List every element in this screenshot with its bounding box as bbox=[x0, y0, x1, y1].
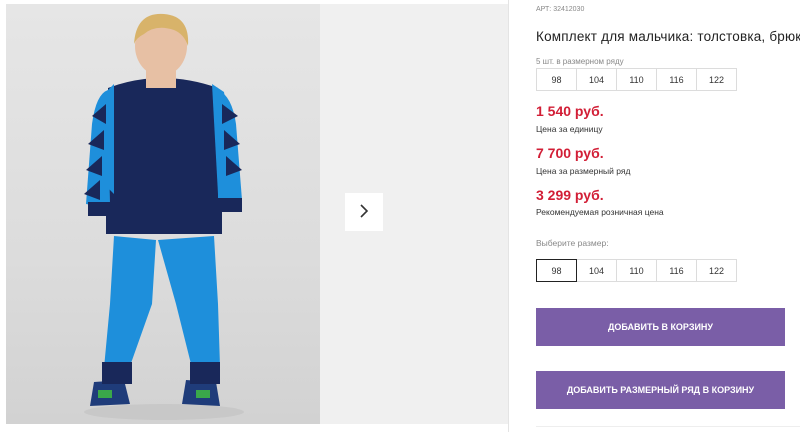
size-range-list: 98 104 110 116 122 bbox=[536, 68, 737, 91]
size-range-item: 104 bbox=[576, 68, 617, 91]
product-gallery bbox=[0, 0, 508, 432]
size-option-116[interactable]: 116 bbox=[656, 259, 697, 282]
product-image bbox=[84, 13, 244, 420]
retail-price-label: Рекомендуемая розничная цена bbox=[536, 207, 664, 217]
size-range-item: 116 bbox=[656, 68, 697, 91]
unit-price: 1 540 руб. bbox=[536, 103, 604, 119]
chevron-right-icon bbox=[358, 203, 370, 222]
set-price-label: Цена за размерный ряд bbox=[536, 166, 631, 176]
size-option-110[interactable]: 110 bbox=[616, 259, 657, 282]
add-size-range-to-cart-button[interactable]: Добавить размерный ряд в корзину bbox=[536, 371, 785, 409]
size-option-122[interactable]: 122 bbox=[696, 259, 737, 282]
add-to-cart-button[interactable]: Добавить в корзину bbox=[536, 308, 785, 346]
size-picker: 98 104 110 116 122 bbox=[536, 259, 737, 282]
set-price: 7 700 руб. bbox=[536, 145, 604, 161]
product-info: АРТ: 32412030 Комплект для мальчика: тол… bbox=[536, 0, 800, 432]
size-range-item: 98 bbox=[536, 68, 577, 91]
size-picker-label: Выберите размер: bbox=[536, 238, 609, 248]
bottom-divider bbox=[536, 426, 800, 427]
product-title: Комплект для мальчика: толстовка, брюки bbox=[536, 29, 800, 44]
size-option-104[interactable]: 104 bbox=[576, 259, 617, 282]
next-image-button[interactable] bbox=[345, 193, 383, 231]
size-range-item: 122 bbox=[696, 68, 737, 91]
column-divider bbox=[508, 0, 509, 432]
size-range-item: 110 bbox=[616, 68, 657, 91]
retail-price: 3 299 руб. bbox=[536, 187, 604, 203]
product-sku: АРТ: 32412030 bbox=[536, 6, 585, 13]
size-range-note: 5 шт. в размерном ряду bbox=[536, 57, 624, 66]
size-option-98[interactable]: 98 bbox=[536, 259, 577, 282]
product-photo[interactable] bbox=[6, 4, 320, 424]
unit-price-label: Цена за единицу bbox=[536, 124, 603, 134]
